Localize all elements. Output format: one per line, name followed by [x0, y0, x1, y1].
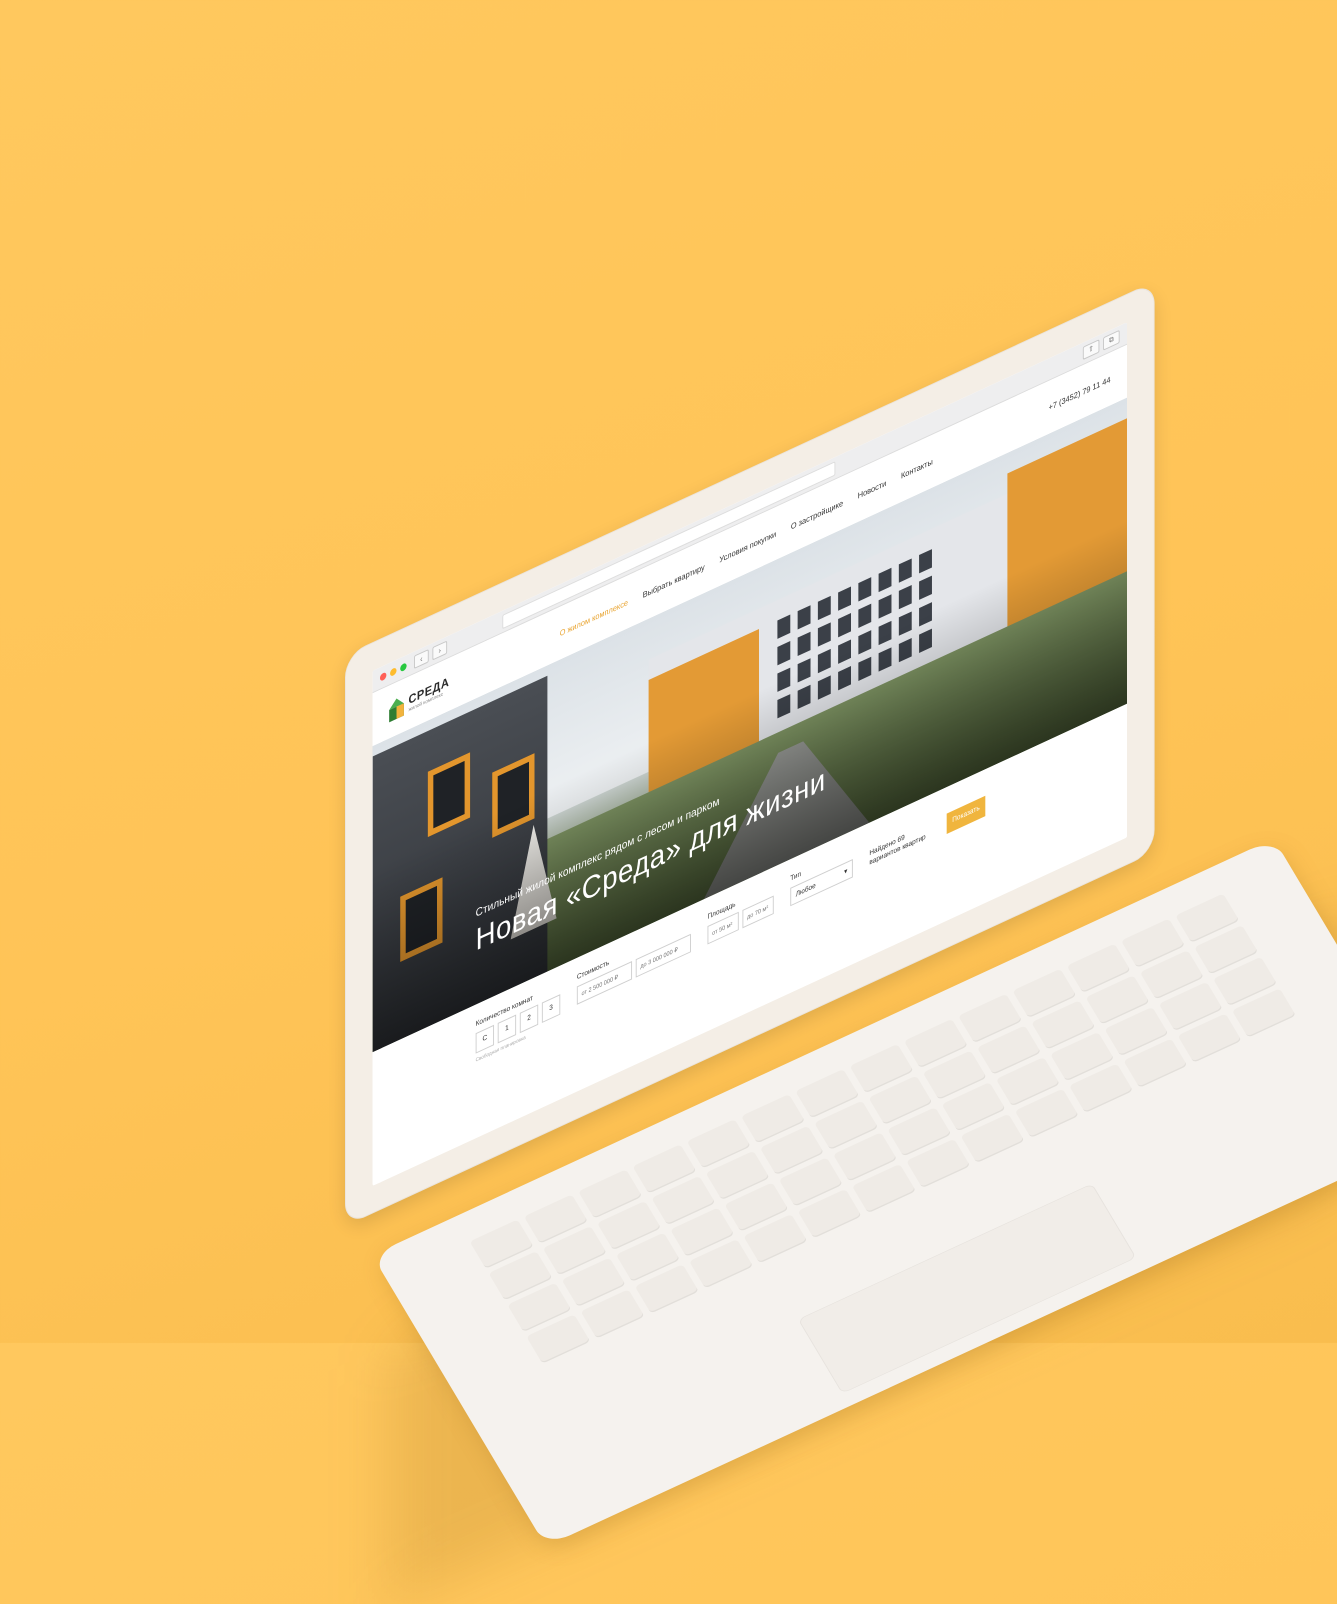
minimize-window-icon[interactable]: [390, 666, 397, 678]
nav-item-developer[interactable]: О застройщике: [791, 498, 843, 531]
forward-button[interactable]: ›: [432, 640, 448, 661]
close-window-icon[interactable]: [379, 671, 387, 682]
nav-item-choose-apartment[interactable]: Выбрать квартиру: [643, 562, 705, 600]
back-button[interactable]: ‹: [414, 648, 429, 670]
chevron-down-icon: ▾: [844, 867, 848, 877]
maximize-window-icon[interactable]: [400, 662, 407, 673]
area-filter: Площадь от 50 м² до 70 м²: [707, 883, 774, 945]
share-button[interactable]: ⇧: [1082, 339, 1100, 361]
nav-item-purchase-terms[interactable]: Условия покупки: [719, 529, 776, 564]
show-results-button[interactable]: Показать: [946, 795, 986, 835]
phone-number[interactable]: +7 (3452) 79 11 44: [1049, 374, 1111, 412]
nav-item-news[interactable]: Новости: [858, 478, 886, 500]
house-logo-icon: [389, 695, 404, 723]
type-filter: Тип Любое ▾: [790, 847, 853, 907]
results-count: Найдено 69 вариантов квартир: [869, 833, 926, 867]
nav-item-contacts[interactable]: Контакты: [901, 456, 933, 480]
tabs-button[interactable]: ⧉: [1103, 329, 1120, 351]
type-select-value: Любое: [795, 882, 816, 899]
